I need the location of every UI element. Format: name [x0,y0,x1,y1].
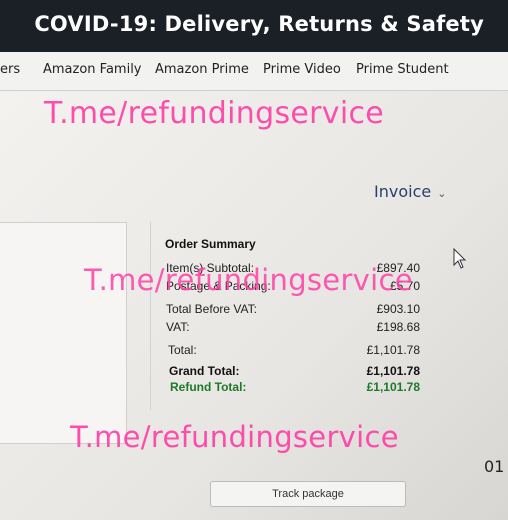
nav-item-prime-student[interactable]: Prime Student [356,62,449,77]
order-summary-title: Order Summary [165,237,256,251]
nav-item-amazon-family[interactable]: Amazon Family [43,62,142,77]
vat-label: VAT: [166,320,190,334]
invoice-label: Invoice [374,182,432,201]
chevron-down-icon: ⌄ [437,187,447,200]
edge-text: 01 [484,457,505,476]
banner-title[interactable]: COVID-19: Delivery, Returns & Safety [34,12,484,36]
before-vat-label: Total Before VAT: [166,302,257,316]
left-panel [0,222,127,444]
grand-total-value: £1,101.78 [366,364,420,378]
mouse-pointer-icon [453,248,467,269]
top-banner: COVID-19: Delivery, Returns & Safety [0,0,508,52]
watermark-middle: T.me/refundingservice [84,263,413,297]
nav-item-amazon-prime[interactable]: Amazon Prime [155,62,249,77]
invoice-dropdown[interactable]: Invoice ⌄ [374,182,446,201]
nav-item-prime-video[interactable]: Prime Video [263,62,341,77]
watermark-top: T.me/refundingservice [44,96,385,131]
nav-bar: ers Amazon Family Amazon Prime Prime Vid… [0,52,508,91]
grand-total-label: Grand Total: [169,364,240,378]
track-package-button[interactable]: Track package [210,481,406,507]
refund-total-value: £1,101.78 [366,380,420,394]
vat-value: £198.68 [376,320,420,334]
total-label: Total: [168,343,197,357]
total-value: £1,101.78 [366,343,420,357]
watermark-bottom: T.me/refundingservice [70,420,399,454]
before-vat-value: £903.10 [376,302,420,316]
nav-item-partial[interactable]: ers [0,62,20,77]
refund-total-label: Refund Total: [170,380,247,394]
